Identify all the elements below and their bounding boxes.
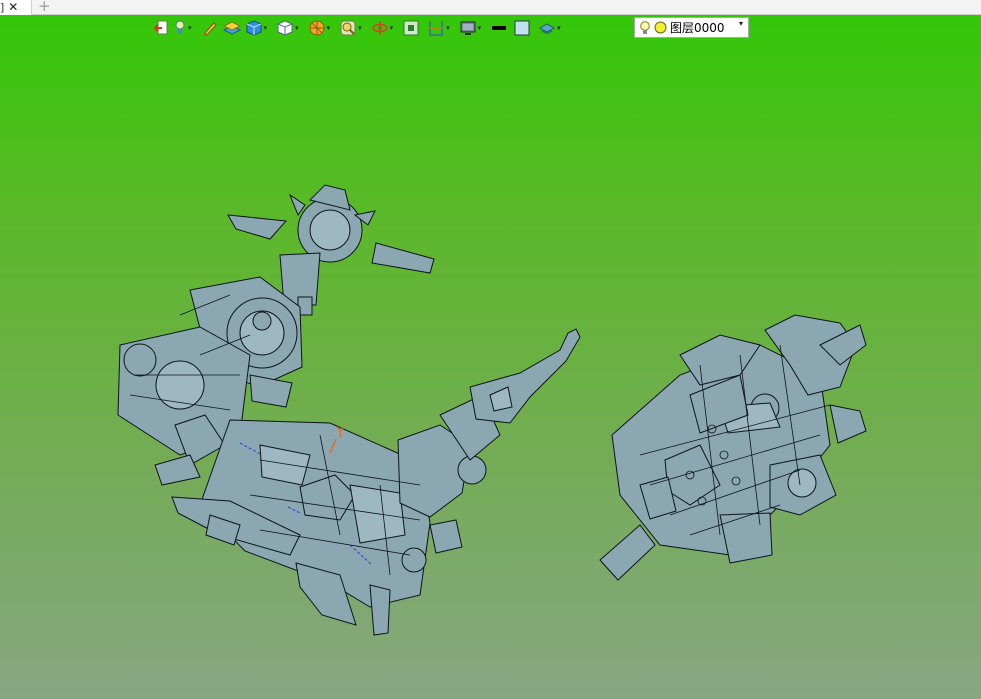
- new-tab-button[interactable]: +: [38, 0, 51, 15]
- robot-model-left: [117, 184, 581, 636]
- robot-model-right: [599, 314, 867, 581]
- document-tab[interactable]: ] ✕: [0, 0, 32, 15]
- tab-label: ]: [0, 1, 5, 14]
- tab-strip: ] ✕ +: [0, 0, 981, 15]
- y-axis-label: Y: [335, 425, 345, 441]
- model-render: Y: [117, 184, 867, 636]
- close-icon[interactable]: ✕: [8, 1, 18, 14]
- 3d-viewport[interactable]: ▾ ▾ ▾ ▾ ▾ ▾ ▾ ▾ ▾ 图层0000 ▾ Y: [0, 15, 981, 699]
